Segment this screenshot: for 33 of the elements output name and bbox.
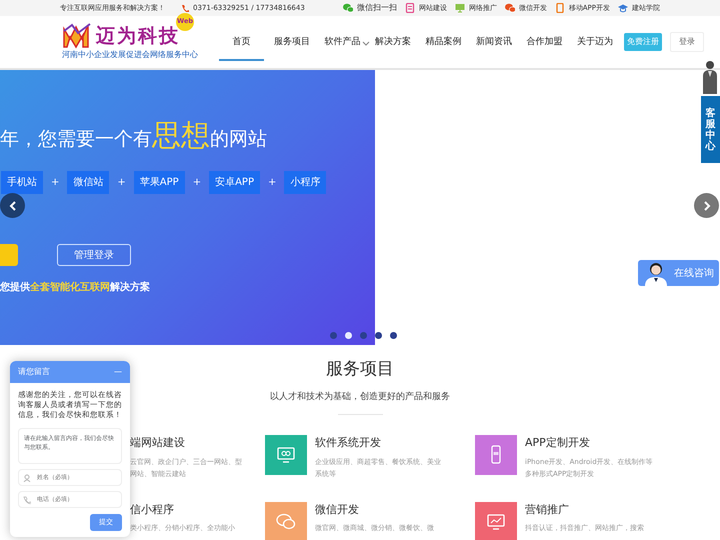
service-title: 信小程序: [130, 502, 175, 518]
nav-tab[interactable]: 合作加盟: [519, 16, 570, 70]
nav-tab[interactable]: 首页: [216, 16, 266, 70]
hero-headline: 年，您需要一个有思想的网站: [0, 118, 268, 154]
nav-tab[interactable]: 关于迈为: [570, 16, 620, 70]
customer-service-tab[interactable]: 客服中心: [701, 96, 720, 163]
login-button[interactable]: 登录: [670, 32, 704, 52]
widget-title: 请您留言: [18, 366, 50, 378]
plus-sign: +: [192, 176, 202, 190]
feature-tag: 苹果APP: [134, 171, 185, 194]
section-subtitle: 以人才和技术为基础，创造更好的产品和服务: [270, 390, 450, 404]
service-title: 微信开发: [315, 502, 360, 518]
feature-tag: 微信站: [67, 171, 110, 194]
top-link[interactable]: 微信扫一扫: [356, 2, 397, 14]
logo-slogan: 河南中小企业发展促进会网络服务中心: [62, 49, 198, 61]
service-title: APP定制开发: [525, 435, 591, 451]
plus-sign: +: [117, 176, 126, 190]
nav-tab[interactable]: 软件产品: [317, 16, 368, 70]
feature-tag: 手机站: [1, 171, 43, 194]
service-title: 端网站建设: [130, 435, 186, 451]
plus-sign: +: [51, 176, 60, 190]
service-title: 软件系统开发: [315, 435, 382, 451]
feature-tag: 安卓APP: [209, 171, 260, 194]
nav-tab[interactable]: 解决方案: [368, 16, 418, 70]
nav-tab[interactable]: 精品案例: [418, 16, 468, 70]
nav-tab[interactable]: 新闻资讯: [468, 16, 519, 70]
plus-sign: +: [268, 176, 276, 190]
admin-login-button[interactable]: 管理登录: [57, 244, 131, 266]
hero-tagline: 您提供全套智能化互联网解决方案: [0, 280, 151, 295]
section-title: 服务项目: [326, 359, 394, 380]
service-title: 营销推广: [525, 502, 570, 518]
feature-tag: 小程序: [284, 171, 326, 194]
nav-tab[interactable]: 服务项目: [266, 16, 317, 70]
